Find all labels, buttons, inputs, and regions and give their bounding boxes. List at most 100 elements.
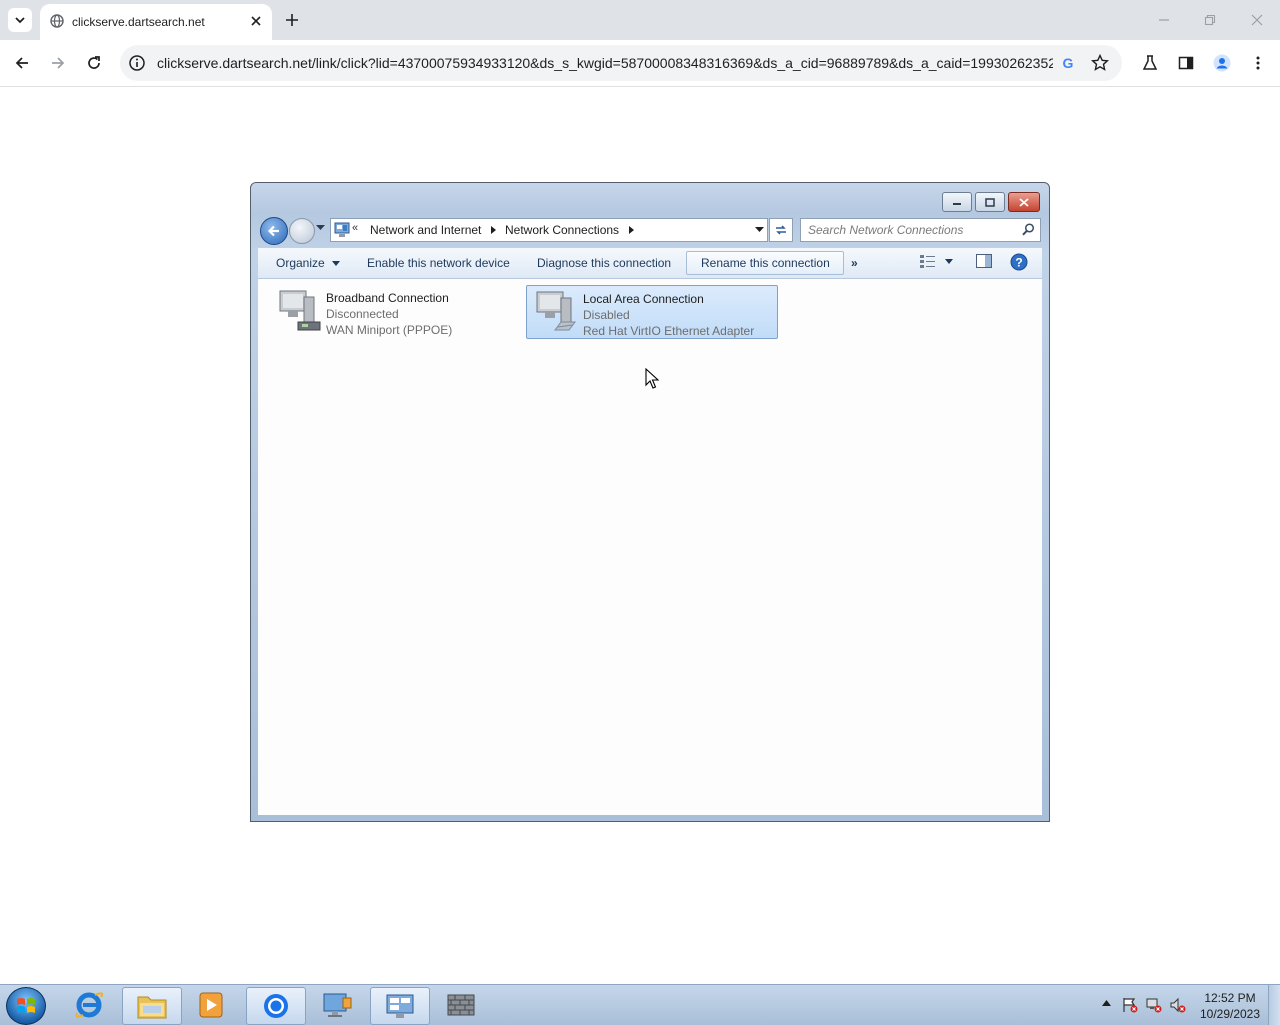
forward-button[interactable] [46, 51, 70, 75]
brick-wall-icon [447, 994, 475, 1016]
preview-pane-icon[interactable] [976, 254, 992, 268]
tab-search-button[interactable] [8, 8, 32, 32]
connection-device: Red Hat VirtIO Ethernet Adapter [583, 324, 755, 338]
connection-item-local-area[interactable]: Local Area Connection Disabled Red Hat V… [526, 285, 778, 339]
clock-date[interactable]: 10/29/2023 [1194, 1007, 1266, 1021]
close-icon [1019, 197, 1029, 207]
browser-minimize-button[interactable] [1152, 8, 1176, 32]
reload-button[interactable] [82, 51, 106, 75]
connections-list: Broadband Connection Disconnected WAN Mi… [258, 279, 1042, 815]
browser-restore-button[interactable] [1198, 8, 1222, 32]
breadcrumb-network-connections[interactable]: Network Connections [505, 223, 619, 237]
window-close-button[interactable] [1008, 192, 1040, 212]
browser-close-button[interactable] [1245, 8, 1269, 32]
enable-network-device-button[interactable]: Enable this network device [367, 256, 510, 270]
control-panel-icon [334, 222, 350, 238]
tab-title: clickserve.dartsearch.net [72, 15, 205, 29]
control-panel-icon [386, 994, 414, 1018]
url-text: clickserve.dartsearch.net/link/click?lid… [157, 55, 1053, 71]
taskbar-firewall[interactable] [432, 987, 490, 1023]
side-panel-icon [1178, 56, 1194, 70]
folder-icon [137, 996, 167, 1019]
window-maximize-button[interactable] [975, 192, 1005, 212]
plus-icon [286, 14, 298, 26]
globe-icon [50, 14, 64, 28]
show-desktop-button[interactable] [1268, 985, 1280, 1025]
site-info-icon[interactable] [128, 54, 146, 72]
command-bar: Organize Enable this network device Diag… [258, 247, 1042, 279]
explorer-forward-button[interactable] [289, 218, 315, 244]
connection-name: Local Area Connection [583, 292, 704, 306]
taskbar-media-player[interactable] [182, 987, 240, 1023]
google-lens-icon[interactable]: G [1058, 53, 1078, 73]
tab-close-icon[interactable] [248, 13, 264, 29]
help-icon[interactable]: ? [1010, 253, 1028, 271]
clock-time[interactable]: 12:52 PM [1194, 991, 1266, 1005]
taskbar-chrome[interactable] [246, 987, 306, 1025]
profile-button[interactable] [1210, 51, 1234, 75]
change-view-icon[interactable] [920, 254, 936, 268]
breadcrumb-arrow-icon[interactable] [629, 226, 634, 234]
start-button[interactable] [6, 987, 46, 1025]
labs-button[interactable] [1138, 51, 1162, 75]
network-adapter-disabled-icon [531, 290, 579, 334]
connection-item-broadband[interactable]: Broadband Connection Disconnected WAN Mi… [270, 285, 520, 337]
side-panel-button[interactable] [1174, 51, 1198, 75]
search-icon[interactable] [1022, 223, 1035, 236]
minimize-icon [953, 203, 961, 205]
network-disconnected-icon[interactable] [1146, 997, 1162, 1013]
address-bar[interactable]: clickserve.dartsearch.net/link/click?lid… [120, 45, 1122, 81]
connection-name: Broadband Connection [326, 291, 449, 305]
browser-menu-button[interactable] [1246, 51, 1270, 75]
reload-icon [88, 56, 100, 69]
profile-avatar-icon [1213, 54, 1231, 72]
speaker-muted-icon[interactable] [1170, 997, 1186, 1013]
windows-taskbar: 12:52 PM 10/29/2023 [0, 984, 1280, 1025]
address-history-dropdown-icon[interactable] [755, 227, 764, 233]
explorer-address-bar[interactable]: « Network and Internet Network Connectio… [330, 218, 768, 242]
media-player-icon [199, 992, 223, 1018]
breadcrumb-arrow-icon[interactable] [491, 226, 496, 234]
organize-menu-button[interactable]: Organize [276, 256, 341, 270]
taskbar-remote-desktop[interactable] [308, 987, 366, 1023]
new-tab-button[interactable] [282, 10, 302, 30]
breadcrumb-network-and-internet[interactable]: Network and Internet [370, 223, 481, 237]
search-placeholder: Search Network Connections [808, 223, 964, 237]
mouse-cursor-icon [645, 368, 659, 390]
window-minimize-button[interactable] [942, 192, 972, 212]
browser-tab-strip: clickserve.dartsearch.net [0, 0, 1280, 40]
bookmark-star-icon[interactable] [1090, 53, 1110, 73]
network-adapter-icon [274, 289, 322, 333]
explorer-search-input[interactable]: Search Network Connections [800, 218, 1041, 242]
show-hidden-icons-icon[interactable] [1102, 1000, 1111, 1006]
more-commands-button[interactable]: » [851, 256, 858, 270]
taskbar-internet-explorer[interactable] [60, 987, 118, 1023]
explorer-refresh-button[interactable] [769, 218, 793, 242]
back-button[interactable] [10, 51, 34, 75]
taskbar-control-panel[interactable] [370, 987, 430, 1025]
view-options-dropdown-icon[interactable] [945, 259, 953, 264]
organize-label: Organize [276, 256, 325, 270]
recent-pages-dropdown-icon[interactable] [316, 225, 325, 231]
browser-tab[interactable]: clickserve.dartsearch.net [40, 4, 272, 40]
explorer-back-button[interactable] [260, 217, 288, 245]
kebab-menu-icon [1256, 56, 1260, 70]
connection-device: WAN Miniport (PPPOE) [326, 323, 453, 337]
breadcrumb-overflow-icon[interactable]: « [352, 222, 358, 234]
arrow-left-icon [267, 225, 279, 237]
connection-status: Disabled [583, 308, 630, 322]
restore-icon [1204, 14, 1216, 26]
action-center-flag-icon[interactable] [1122, 997, 1138, 1013]
refresh-icon [776, 225, 786, 235]
arrow-right-icon [52, 57, 65, 69]
close-icon [1251, 14, 1263, 26]
arrow-left-icon [15, 57, 28, 69]
computer-monitor-icon [323, 993, 352, 1017]
taskbar-windows-explorer[interactable] [122, 987, 182, 1025]
chrome-icon [264, 994, 288, 1018]
windows-logo-icon [17, 998, 35, 1013]
connection-status: Disconnected [326, 307, 399, 321]
diagnose-connection-button[interactable]: Diagnose this connection [537, 256, 671, 270]
rename-connection-button[interactable]: Rename this connection [701, 256, 830, 270]
flask-icon [1142, 55, 1158, 70]
